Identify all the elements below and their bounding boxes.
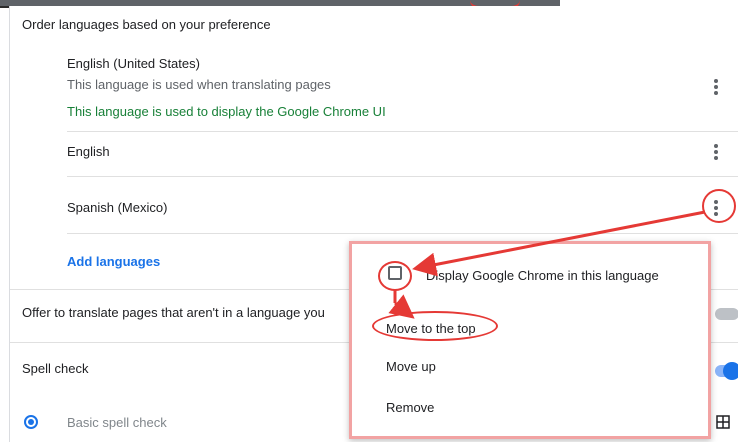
annotation-circle	[378, 261, 412, 291]
language-name: Spanish (Mexico)	[67, 200, 168, 215]
add-languages-link[interactable]: Add languages	[67, 254, 160, 269]
divider	[67, 233, 738, 234]
annotation-circle	[702, 189, 736, 223]
toggle-track	[715, 308, 738, 320]
language-subtext: This language is used when translating p…	[67, 77, 331, 92]
translate-offer-label: Offer to translate pages that aren't in …	[22, 305, 325, 320]
menu-item-move-up[interactable]: Move up	[386, 359, 436, 374]
basic-spell-check-radio[interactable]	[24, 415, 38, 429]
section-title: Order languages based on your preference	[22, 17, 271, 32]
menu-item-remove[interactable]: Remove	[386, 400, 434, 415]
language-name: English (United States)	[67, 56, 200, 71]
basic-spell-check-label: Basic spell check	[67, 415, 167, 430]
annotation-ellipse	[372, 311, 498, 341]
language-ui-note: This language is used to display the Goo…	[67, 104, 386, 119]
more-options-icon[interactable]	[710, 78, 722, 96]
menu-item-display-language[interactable]: Display Google Chrome in this language	[426, 268, 659, 283]
divider	[67, 131, 738, 132]
spell-check-label: Spell check	[22, 361, 89, 376]
divider	[67, 176, 738, 177]
grid-icon[interactable]	[716, 415, 730, 429]
toggle-knob	[723, 362, 738, 380]
language-name: English	[67, 144, 110, 159]
more-options-icon[interactable]	[710, 143, 722, 161]
